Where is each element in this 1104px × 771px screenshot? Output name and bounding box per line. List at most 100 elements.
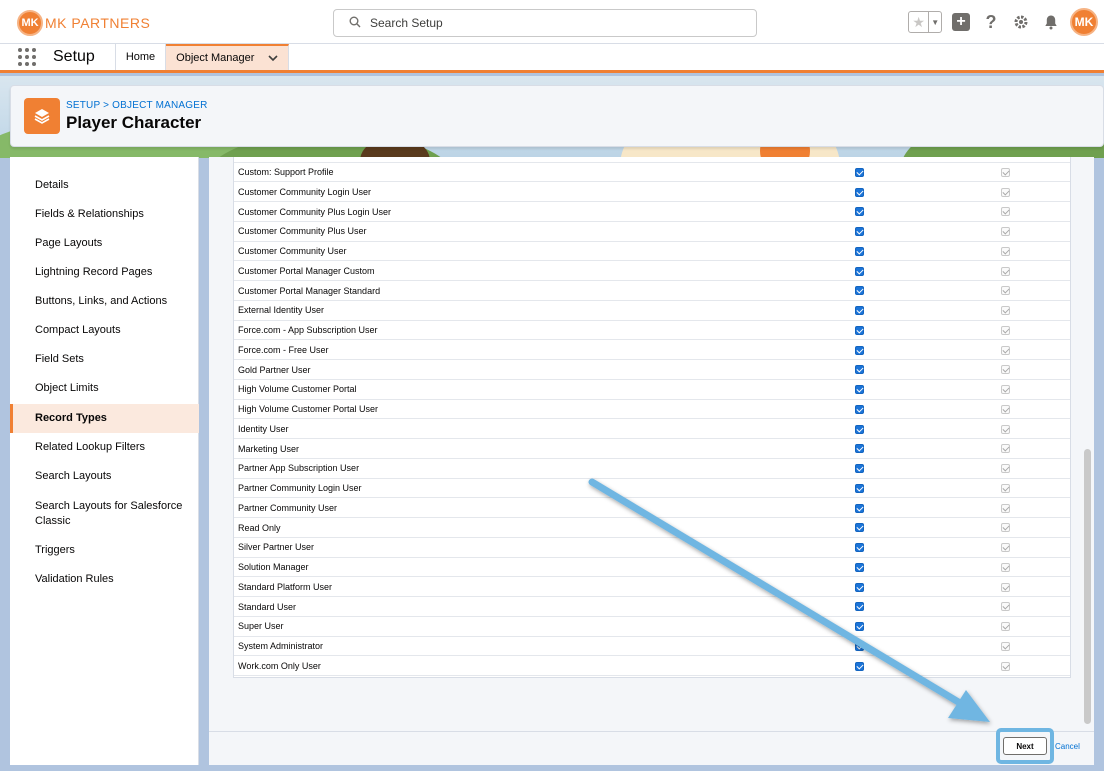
sidebar-item-validation-rules[interactable]: Validation Rules: [10, 572, 199, 587]
sidebar-item-buttons-links-actions[interactable]: Buttons, Links, and Actions: [10, 294, 199, 309]
make-default-checkbox: [1001, 622, 1010, 631]
table-row: Partner Community Login User: [234, 479, 1070, 499]
chevron-down-icon[interactable]: ▼: [928, 12, 941, 32]
search-icon: [340, 16, 370, 31]
make-default-checkbox: [1001, 246, 1010, 256]
profile-name: Customer Community Plus User: [238, 226, 367, 237]
table-row: Customer Community Plus User: [234, 222, 1070, 242]
company-logo[interactable]: MK MK PARTNERS: [17, 9, 150, 37]
table-row: External Identity User: [234, 301, 1070, 321]
make-available-checkbox[interactable]: [855, 385, 864, 394]
make-available-checkbox[interactable]: [855, 266, 864, 276]
favorites-button[interactable]: ★ ▼: [908, 11, 942, 33]
table-row: System Administrator: [234, 637, 1070, 657]
sidebar-item-triggers[interactable]: Triggers: [10, 543, 199, 558]
scrollbar[interactable]: [1082, 157, 1092, 732]
profile-name: Work.com Only User: [238, 660, 321, 671]
make-available-checkbox[interactable]: [855, 602, 864, 612]
profile-name: Force.com - App Subscription User: [238, 325, 378, 336]
user-avatar[interactable]: MK: [1070, 8, 1098, 36]
profile-name: Solution Manager: [238, 562, 309, 573]
make-available-checkbox[interactable]: [855, 622, 864, 631]
cancel-link[interactable]: Cancel: [1055, 742, 1080, 751]
make-default-checkbox: [1001, 582, 1010, 592]
make-available-checkbox[interactable]: [855, 543, 864, 552]
table-row: Marketing User: [234, 439, 1070, 459]
sidebar-item-field-sets[interactable]: Field Sets: [10, 352, 199, 367]
profile-name: High Volume Customer Portal: [238, 384, 357, 395]
make-available-checkbox[interactable]: [855, 404, 864, 414]
sidebar-item-record-types[interactable]: Record Types: [10, 404, 199, 433]
table-row: High Volume Customer Portal User: [234, 400, 1070, 420]
help-button[interactable]: ?: [980, 11, 1002, 33]
make-available-checkbox[interactable]: [855, 582, 864, 592]
setup-button[interactable]: [1010, 11, 1032, 33]
notifications-button[interactable]: [1040, 11, 1062, 33]
sidebar-item-related-lookup-filters[interactable]: Related Lookup Filters: [10, 440, 199, 455]
make-available-checkbox[interactable]: [855, 246, 864, 256]
make-available-checkbox[interactable]: [855, 503, 864, 513]
sidebar-item-page-layouts[interactable]: Page Layouts: [10, 236, 199, 251]
make-default-checkbox: [1001, 286, 1010, 296]
sidebar-item-lightning-record-pages[interactable]: Lightning Record Pages: [10, 265, 199, 280]
global-actions-button[interactable]: +: [950, 11, 972, 33]
profile-name: Super User: [238, 621, 284, 632]
app-name: Setup: [45, 44, 116, 70]
profile-name: Marketing User: [238, 443, 300, 454]
make-default-checkbox: [1001, 365, 1010, 375]
breadcrumb[interactable]: SETUP > OBJECT MANAGER: [66, 100, 208, 111]
tab-home[interactable]: Home: [116, 44, 167, 70]
make-available-checkbox[interactable]: [855, 286, 864, 296]
chevron-down-icon[interactable]: [268, 51, 278, 65]
profile-name: Partner App Subscription User: [238, 463, 360, 474]
make-default-checkbox: [1001, 464, 1010, 473]
object-sidebar: Details Fields & Relationships Page Layo…: [10, 157, 199, 765]
make-available-checkbox[interactable]: [855, 167, 864, 177]
make-available-checkbox[interactable]: [855, 464, 864, 473]
table-row: Standard Platform User: [234, 578, 1070, 598]
object-header: SETUP > OBJECT MANAGER Player Character: [10, 85, 1104, 147]
logo-text: MK PARTNERS: [45, 15, 151, 31]
make-default-checkbox: [1001, 187, 1010, 197]
make-available-checkbox[interactable]: [855, 306, 864, 315]
make-available-checkbox[interactable]: [855, 227, 864, 236]
make-available-checkbox[interactable]: [855, 325, 864, 335]
table-row: Read Only: [234, 518, 1070, 538]
sidebar-item-search-layouts[interactable]: Search Layouts: [10, 469, 199, 484]
next-button[interactable]: Next: [1003, 737, 1047, 755]
make-default-checkbox: [1001, 523, 1010, 533]
profile-name: Customer Community Plus Login User: [238, 206, 392, 217]
make-available-checkbox[interactable]: [855, 562, 864, 572]
profile-name: Partner Community User: [238, 502, 338, 513]
app-launcher-icon: [18, 48, 36, 66]
make-available-checkbox[interactable]: [855, 207, 864, 217]
make-default-checkbox: [1001, 306, 1010, 315]
make-available-checkbox[interactable]: [855, 523, 864, 533]
make-available-checkbox[interactable]: [855, 187, 864, 197]
make-available-checkbox[interactable]: [855, 424, 864, 434]
make-available-checkbox[interactable]: [855, 345, 864, 355]
search-input[interactable]: [370, 16, 730, 30]
table-row: Silver Partner User: [234, 538, 1070, 558]
sidebar-item-compact-layouts[interactable]: Compact Layouts: [10, 323, 199, 338]
profiles-table: Custom: Support Profile Customer Communit…: [233, 157, 1071, 678]
make-available-checkbox[interactable]: [855, 365, 864, 375]
sidebar-item-fields-relationships[interactable]: Fields & Relationships: [10, 207, 199, 222]
make-available-checkbox[interactable]: [855, 444, 864, 454]
sidebar-item-search-layouts-classic[interactable]: Search Layouts for Salesforce Classic: [10, 499, 185, 529]
scrollbar-thumb[interactable]: [1084, 449, 1091, 724]
layers-icon: [24, 98, 60, 134]
table-row: Super User: [234, 617, 1070, 637]
sidebar-item-details[interactable]: Details: [10, 178, 199, 193]
make-available-checkbox[interactable]: [855, 661, 864, 671]
make-default-checkbox: [1001, 345, 1010, 355]
table-row: Customer Community Login User: [234, 183, 1070, 203]
make-available-checkbox[interactable]: [855, 641, 864, 651]
global-search[interactable]: [333, 9, 757, 37]
tab-label: Home: [125, 51, 156, 63]
make-available-checkbox[interactable]: [855, 483, 864, 493]
sidebar-item-object-limits[interactable]: Object Limits: [10, 381, 199, 396]
app-launcher-button[interactable]: [9, 44, 45, 70]
tab-object-manager[interactable]: Object Manager: [166, 44, 290, 70]
table-row: Force.com - Free User: [234, 341, 1070, 361]
